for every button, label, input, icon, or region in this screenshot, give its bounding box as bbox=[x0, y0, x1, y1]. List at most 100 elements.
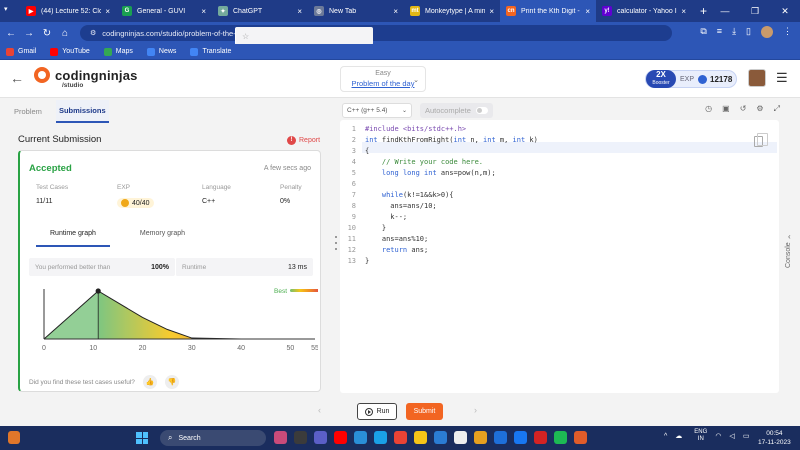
media-icon[interactable]: ≡ bbox=[717, 26, 722, 38]
toggle-switch[interactable] bbox=[475, 106, 488, 114]
back-arrow-icon[interactable]: ← bbox=[10, 70, 24, 86]
code-line[interactable]: // Write your code here. bbox=[365, 157, 483, 168]
wifi-icon[interactable]: ◠ bbox=[715, 432, 721, 440]
chrome-icon[interactable] bbox=[394, 431, 407, 444]
browser-tab[interactable]: ▶ (44) Lecture 52: Clon × bbox=[20, 0, 116, 22]
spotify-icon[interactable] bbox=[554, 431, 567, 444]
bookmark-item[interactable]: Gmail bbox=[6, 47, 36, 56]
input-language[interactable]: ENG IN bbox=[694, 429, 707, 443]
taskbar-search[interactable]: ⌕ Search bbox=[160, 430, 266, 446]
settings-gear-icon[interactable]: ⚙ bbox=[756, 104, 763, 114]
battery-icon[interactable]: ▭ bbox=[743, 432, 750, 440]
code-line[interactable]: #include <bits/stdc++.h> bbox=[365, 124, 466, 135]
bookmark-item[interactable]: YouTube bbox=[50, 47, 90, 56]
bookmark-item[interactable]: Maps bbox=[103, 47, 133, 56]
clock[interactable]: 00:54 17-11-2023 bbox=[758, 429, 791, 447]
browser-tab[interactable]: ◎ New Tab × bbox=[308, 0, 404, 22]
forward-icon[interactable]: → bbox=[20, 28, 38, 39]
run-button[interactable]: Run bbox=[357, 403, 397, 420]
code-line[interactable]: return ans; bbox=[365, 245, 428, 256]
new-tab-icon[interactable]: + bbox=[700, 4, 707, 18]
browser-tab[interactable]: cn Print the Kth Digit - × bbox=[500, 0, 596, 22]
logo[interactable]: codingninjas bbox=[34, 67, 138, 83]
close-tab-icon[interactable]: × bbox=[393, 7, 398, 16]
close-tab-icon[interactable]: × bbox=[297, 7, 302, 16]
code-line[interactable]: long long int ans=pow(n,m); bbox=[365, 168, 496, 179]
chrome-active-icon[interactable] bbox=[574, 431, 587, 444]
tab-runtime-graph[interactable]: Runtime graph bbox=[36, 225, 110, 247]
vscode-icon[interactable] bbox=[434, 431, 447, 444]
bookmark-item[interactable]: News bbox=[146, 47, 176, 56]
app-icon[interactable] bbox=[374, 431, 387, 444]
fullscreen-icon[interactable]: ⤢ bbox=[774, 104, 780, 114]
file-explorer-icon[interactable] bbox=[414, 431, 427, 444]
code-line[interactable]: } bbox=[365, 223, 386, 234]
timer-icon[interactable]: ◷ bbox=[705, 104, 712, 114]
maximize-icon[interactable]: ❐ bbox=[740, 6, 770, 17]
close-tab-icon[interactable]: × bbox=[489, 7, 494, 16]
tray-chevron-icon[interactable]: ^ bbox=[664, 433, 667, 440]
thumbs-up-icon[interactable]: 👍 bbox=[142, 375, 157, 389]
code-editor[interactable]: 1 2 3 4 5 6 7 8 9 10 11 12 13 #include <bits/stdc++.… bbox=[340, 120, 779, 393]
volume-icon[interactable]: ◁ bbox=[729, 432, 734, 440]
console-panel-toggle[interactable]: ‹ Console bbox=[782, 120, 800, 393]
close-tab-icon[interactable]: × bbox=[201, 7, 206, 16]
tab-search-icon[interactable]: ▾ bbox=[4, 5, 16, 17]
minimize-icon[interactable]: — bbox=[710, 6, 740, 16]
next-arrow-icon[interactable]: › bbox=[474, 405, 477, 415]
app-icon[interactable] bbox=[494, 431, 507, 444]
hamburger-menu-icon[interactable]: ☰ bbox=[776, 70, 788, 86]
thumbs-down-icon[interactable]: 👎 bbox=[164, 375, 179, 389]
edge-icon[interactable] bbox=[354, 431, 367, 444]
prev-arrow-icon[interactable]: ‹ bbox=[318, 405, 321, 415]
cloud-icon[interactable]: ☁ bbox=[675, 432, 682, 440]
windows-start-icon[interactable] bbox=[136, 432, 148, 444]
menu-kebab-icon[interactable]: ⋮ bbox=[783, 26, 792, 38]
chevron-left-icon[interactable]: ‹ bbox=[788, 232, 791, 241]
report-button[interactable]: ! Report bbox=[287, 136, 320, 145]
profile-avatar[interactable] bbox=[761, 26, 773, 38]
code-line[interactable]: while(k!=1&&k>0){ bbox=[365, 190, 454, 201]
app-icon[interactable] bbox=[274, 431, 287, 444]
url-input[interactable]: ⚙ codingninjas.com/studio/problem-of-the… bbox=[80, 25, 672, 45]
close-tab-icon[interactable]: × bbox=[681, 7, 686, 16]
close-tab-icon[interactable]: × bbox=[105, 7, 110, 16]
language-select[interactable]: C++ (g++ 5.4) ⌄ bbox=[342, 102, 412, 118]
tab-problem[interactable]: Problem bbox=[14, 101, 42, 122]
save-icon[interactable]: ▣ bbox=[722, 104, 730, 114]
browser-tab[interactable]: G General - GUVI × bbox=[116, 0, 212, 22]
store-icon[interactable] bbox=[454, 431, 467, 444]
code-line[interactable]: ans=ans%10; bbox=[365, 234, 428, 245]
close-tab-icon[interactable]: × bbox=[585, 7, 590, 16]
app-icon[interactable] bbox=[474, 431, 487, 444]
widgets-icon[interactable] bbox=[8, 431, 20, 444]
home-icon[interactable]: ⌂ bbox=[56, 28, 74, 39]
download-icon[interactable]: ⤓ bbox=[732, 26, 736, 38]
browser-tab[interactable]: y! calculator - Yahoo In × bbox=[596, 0, 692, 22]
exp-booster[interactable]: 2X Booster EXP 12178 bbox=[645, 70, 737, 88]
sidepanel-icon[interactable]: ▯ bbox=[746, 26, 751, 38]
user-avatar[interactable] bbox=[748, 69, 766, 87]
extensions-icon[interactable]: ⧉ bbox=[700, 26, 706, 38]
code-line[interactable]: k--; bbox=[365, 212, 407, 223]
close-window-icon[interactable]: ✕ bbox=[770, 6, 800, 17]
copy-icon[interactable] bbox=[754, 133, 768, 147]
reset-icon[interactable]: ↺ bbox=[740, 104, 747, 114]
app-icon[interactable] bbox=[294, 431, 307, 444]
tab-submissions[interactable]: Submissions bbox=[55, 99, 109, 123]
browser-tab[interactable]: ✦ ChatGPT × bbox=[212, 0, 308, 22]
site-info-icon[interactable]: ⚙ bbox=[90, 29, 96, 37]
tab-memory-graph[interactable]: Memory graph bbox=[140, 225, 185, 247]
facebook-icon[interactable] bbox=[514, 431, 527, 444]
app-icon[interactable] bbox=[534, 431, 547, 444]
code-line[interactable]: } bbox=[365, 256, 369, 267]
youtube-icon[interactable] bbox=[334, 431, 347, 444]
code-line[interactable]: int findKthFromRight(int n, int m, int k… bbox=[365, 135, 538, 146]
code-line[interactable]: ans=ans/10; bbox=[365, 201, 436, 212]
problem-of-the-day-dropdown[interactable]: Easy Problem of the day ⌄ bbox=[340, 66, 426, 92]
back-icon[interactable]: ← bbox=[2, 28, 20, 39]
panel-resize-handle[interactable] bbox=[335, 236, 338, 258]
reload-icon[interactable]: ↻ bbox=[38, 28, 56, 39]
browser-tab[interactable]: mt Monkeytype | A min × bbox=[404, 0, 500, 22]
code-line[interactable]: { bbox=[365, 146, 369, 157]
